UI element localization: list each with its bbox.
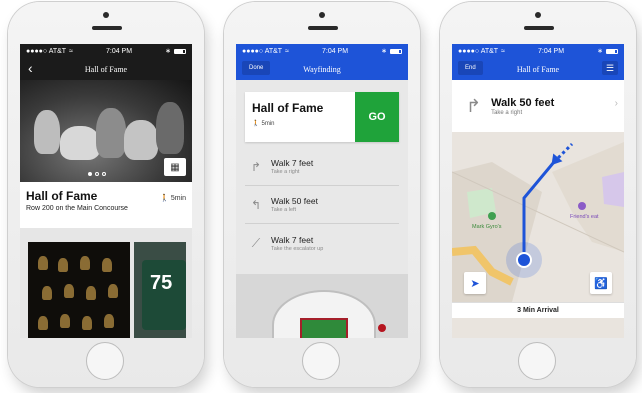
step-main: Walk 7 feet [271,234,314,245]
battery-icon [390,48,402,54]
nav-bar: ‹ Hall of Fame [20,58,192,80]
carrier-signal: ●●●●○ AT&T [26,47,67,55]
poi-label: Friend's eat [570,214,599,220]
phone-speaker [92,26,122,30]
location-arrow-icon[interactable]: ➤ [464,272,486,294]
wifi-icon: ≈ [285,47,289,55]
carrier-signal: ●●●●○ AT&T [458,47,499,55]
phone-wayfinding: ●●●●○ AT&T ≈ 7:04 PM ∗ Done Wayfinding Ha… [224,2,420,387]
bluetooth-icon: ∗ [381,48,387,55]
turn-left-icon: ↰ [250,197,262,212]
turn-right-icon: ↱ [250,159,262,174]
map-pin-icon [378,324,386,332]
screen: ●●●●○ AT&T≈ 7:04 PM ∗ ‹ Hall of Fame ▦ [20,44,192,338]
destination-title: Hall of Fame [252,101,324,115]
screen: ●●●●○ AT&T ≈ 7:04 PM ∗ Done Wayfinding Ha… [236,44,408,338]
step-sub: Take a right [271,169,300,175]
phone-speaker [524,26,554,30]
direction-step[interactable]: ⟋ Walk 7 feet Take the escalator up [245,224,399,262]
walking-person-icon: 🚶 [160,195,169,202]
step-main: Walk 50 feet [271,196,318,206]
status-bar: ●●●●○ AT&T ≈ 7:04 PM ∗ [452,44,624,58]
photo-gallery: 75 [20,242,192,338]
instruction-main: Walk 50 feet [491,96,555,109]
step-sub: Take a left [271,207,297,213]
location-subtitle: Row 200 on the Main Concourse [26,205,128,212]
done-button[interactable]: Done [242,61,271,75]
instruction-sub: Take a right [491,109,523,116]
status-bar: ●●●●○ AT&T ≈ 7:04 PM ∗ [20,44,192,58]
phone-camera [319,12,325,18]
bluetooth-icon: ∗ [597,48,603,55]
status-bar: ●●●●○ AT&T ≈ 7:04 PM ∗ [236,44,408,58]
wifi-icon: ≈ [69,47,73,55]
walk-time: 🚶 5min [160,194,186,203]
direction-step[interactable]: ↱ Walk 7 feet Take a right [245,148,399,186]
gallery-photo-busts[interactable] [28,242,130,338]
step-sub: Take the escalator up [271,245,324,252]
nav-title: Hall of Fame [84,64,128,74]
escalator-icon: ⟋ [251,235,261,250]
gallery-photo-jersey[interactable]: 75 [134,242,186,338]
status-time: 7:04 PM [321,47,349,55]
status-time: 7:04 PM [105,47,133,55]
list-icon[interactable]: ☰ [602,61,618,75]
chevron-left-icon[interactable]: ‹ [28,60,33,76]
nav-bar: Done Wayfinding [236,58,408,80]
go-button[interactable]: GO [355,92,399,142]
status-time: 7:04 PM [537,47,565,55]
hero-photo-carousel[interactable]: ▦ [20,80,192,182]
home-button[interactable] [518,342,556,380]
wheelchair-icon[interactable]: ♿ [590,272,612,294]
stadium-map-preview[interactable] [236,274,408,338]
indoor-map[interactable]: Mark Gyro's Friend's eat ➤ ♿ [452,132,624,302]
poi-label: Mark Gyro's [472,224,502,230]
battery-icon [174,48,186,54]
jersey-number: 75 [150,272,173,294]
chevron-right-icon[interactable]: › [615,98,618,109]
location-info-card: Hall of Fame Row 200 on the Main Concour… [20,182,192,228]
arrival-estimate: 3 Min Arrival [452,302,624,318]
map-icon[interactable]: ▦ [164,158,186,176]
walk-time: 🚶 5min [252,120,275,128]
destination-card: Hall of Fame 🚶 5min GO [245,92,399,142]
phone-hall-of-fame-detail: ●●●●○ AT&T≈ 7:04 PM ∗ ‹ Hall of Fame ▦ [8,2,204,387]
screen: ●●●●○ AT&T ≈ 7:04 PM ∗ End Hall of Fame ☰… [452,44,624,338]
bluetooth-icon: ∗ [165,48,171,55]
home-button[interactable] [302,342,340,380]
carrier-signal: ●●●●○ AT&T [242,47,283,55]
direction-step[interactable]: ↰ Walk 50 feet Take a left [245,186,399,224]
end-button[interactable]: End [458,61,483,75]
marketing-composite: ●●●●○ AT&T≈ 7:04 PM ∗ ‹ Hall of Fame ▦ [0,0,642,393]
section-gap [20,228,192,242]
walking-person-icon: 🚶 [252,121,260,127]
phone-camera [103,12,109,18]
phone-speaker [308,26,338,30]
turn-right-icon: ↱ [466,95,482,116]
home-button[interactable] [86,342,124,380]
current-instruction[interactable]: ↱ Walk 50 feet Take a right › [452,80,624,132]
carousel-indicator[interactable] [88,172,106,176]
phone-camera [535,12,541,18]
phone-navigation-map: ●●●●○ AT&T ≈ 7:04 PM ∗ End Hall of Fame ☰… [440,2,636,387]
step-main: Walk 7 feet [271,158,314,168]
wifi-icon: ≈ [501,47,505,55]
nav-bar: End Hall of Fame ☰ [452,58,624,80]
battery-icon [606,48,618,54]
